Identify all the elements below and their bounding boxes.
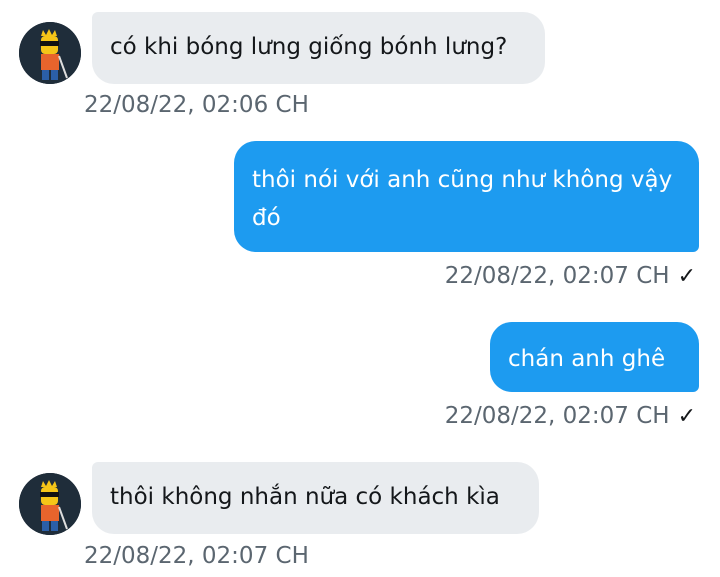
message-bubble-incoming[interactable]: có khi bóng lưng giống bónh lưng? [92,12,545,84]
checkmark-icon: ✓ [677,404,696,429]
message-timestamp: 22/08/22, 02:07 CH [444,403,670,429]
message-text: có khi bóng lưng giống bónh lưng? [110,34,508,60]
contact-avatar[interactable] [19,22,81,84]
message-bubble-outgoing[interactable]: thôi nói với anh cũng như không vậy đó [234,141,699,252]
message-bubble-incoming[interactable]: thôi không nhắn nữa có khách kìa [92,462,539,534]
message-meta: 22/08/22, 02:07 CH ✓ [445,403,696,429]
message-timestamp: 22/08/22, 02:06 CH [84,92,309,118]
message-text: chán anh ghê [508,346,666,372]
message-bubble-outgoing[interactable]: chán anh ghê [490,322,699,392]
message-timestamp: 22/08/22, 02:07 CH [84,543,309,569]
checkmark-icon: ✓ [677,264,696,289]
message-timestamp: 22/08/22, 02:07 CH [444,263,670,289]
message-meta: 22/08/22, 02:07 CH ✓ [445,263,696,289]
avatar-image [19,22,81,84]
contact-avatar[interactable] [19,473,81,535]
message-text: thôi nói với anh cũng như không vậy đó [252,167,673,231]
avatar-image [19,473,81,535]
message-text: thôi không nhắn nữa có khách kìa [110,484,500,510]
